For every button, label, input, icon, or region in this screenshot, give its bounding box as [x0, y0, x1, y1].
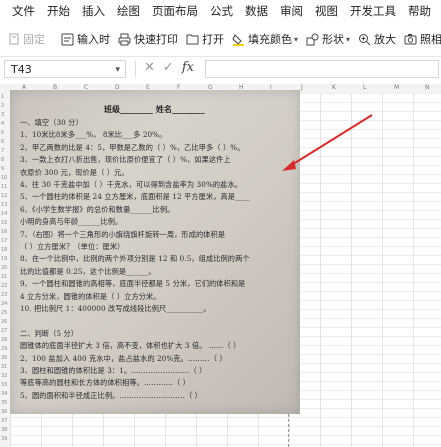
- menu-review[interactable]: 审阅: [274, 3, 309, 19]
- menu-home[interactable]: 开始: [41, 3, 76, 19]
- open-button[interactable]: 打开: [186, 31, 224, 47]
- formula-separator: [135, 61, 136, 77]
- menu-page-layout[interactable]: 页面布局: [146, 3, 204, 19]
- paint-bucket-icon: [232, 33, 244, 46]
- formula-icons: ✕ ✓ fx: [144, 60, 194, 75]
- insert-function-icon[interactable]: fx: [182, 60, 194, 75]
- name-box[interactable]: T43 ▾: [4, 60, 126, 78]
- pin-button[interactable]: 固定: [8, 31, 45, 47]
- clock-doc-icon: [61, 33, 74, 45]
- insert-time-label: 输入时: [77, 33, 110, 46]
- chevron-down-icon[interactable]: ▾: [115, 61, 120, 79]
- pin-label: 固定: [23, 33, 45, 46]
- formula-bar: T43 ▾ ✕ ✓ fx: [0, 58, 441, 80]
- fill-color-button[interactable]: 填充颜色 ▾: [232, 31, 298, 47]
- cell-reference: T43: [11, 63, 32, 76]
- magnifier-icon: [359, 33, 371, 45]
- formula-input[interactable]: [205, 60, 439, 78]
- open-label: 打开: [202, 33, 224, 46]
- shape-label: 形状: [322, 33, 345, 46]
- menu-view[interactable]: 视图: [309, 3, 344, 19]
- spreadsheet-grid[interactable]: ABCDEFGHIJKLMN 1 2 3 4 5 6 7 8 9 10 11 12 13 14 15 16 17…: [0, 84, 441, 447]
- quick-toolbar: 固定 输入时 快速打印 打开 填充颜色 ▾ 形状 ▾ 放大 照相: [0, 22, 441, 57]
- chevron-down-icon: ▾: [346, 34, 351, 44]
- menu-formulas[interactable]: 公式: [204, 3, 239, 19]
- pin-icon: [9, 33, 19, 45]
- fill-color-label: 填充颜色: [248, 33, 292, 46]
- menu-insert[interactable]: 插入: [76, 3, 111, 19]
- menu-data[interactable]: 数据: [239, 3, 274, 19]
- snapshot-button[interactable]: 照相: [404, 31, 441, 47]
- menu-help[interactable]: 帮助: [402, 3, 437, 19]
- snapshot-label: 照相: [420, 33, 441, 46]
- cancel-icon[interactable]: ✕: [144, 60, 155, 75]
- menu-file[interactable]: 文件: [0, 3, 41, 19]
- quick-print-button[interactable]: 快速打印: [118, 31, 178, 47]
- folder-icon: [186, 34, 199, 45]
- zoom-in-label: 放大: [374, 33, 397, 46]
- menu-bar: 文件 开始 插入 绘图 页面布局 公式 数据 审阅 视图 开发工具 帮助: [0, 0, 441, 22]
- printer-icon: [118, 33, 131, 45]
- camera-icon: [404, 34, 417, 45]
- menu-draw[interactable]: 绘图: [111, 3, 146, 19]
- menu-developer[interactable]: 开发工具: [344, 3, 402, 19]
- chevron-down-icon: ▾: [294, 34, 299, 44]
- shape-button[interactable]: 形状 ▾: [306, 31, 350, 47]
- shapes-icon: [306, 33, 319, 45]
- zoom-in-button[interactable]: 放大: [358, 31, 396, 47]
- confirm-icon[interactable]: ✓: [163, 60, 174, 75]
- quick-print-label: 快速打印: [134, 33, 178, 46]
- insert-time-button[interactable]: 输入时: [61, 31, 110, 47]
- red-arrow-annotation[interactable]: [0, 84, 441, 447]
